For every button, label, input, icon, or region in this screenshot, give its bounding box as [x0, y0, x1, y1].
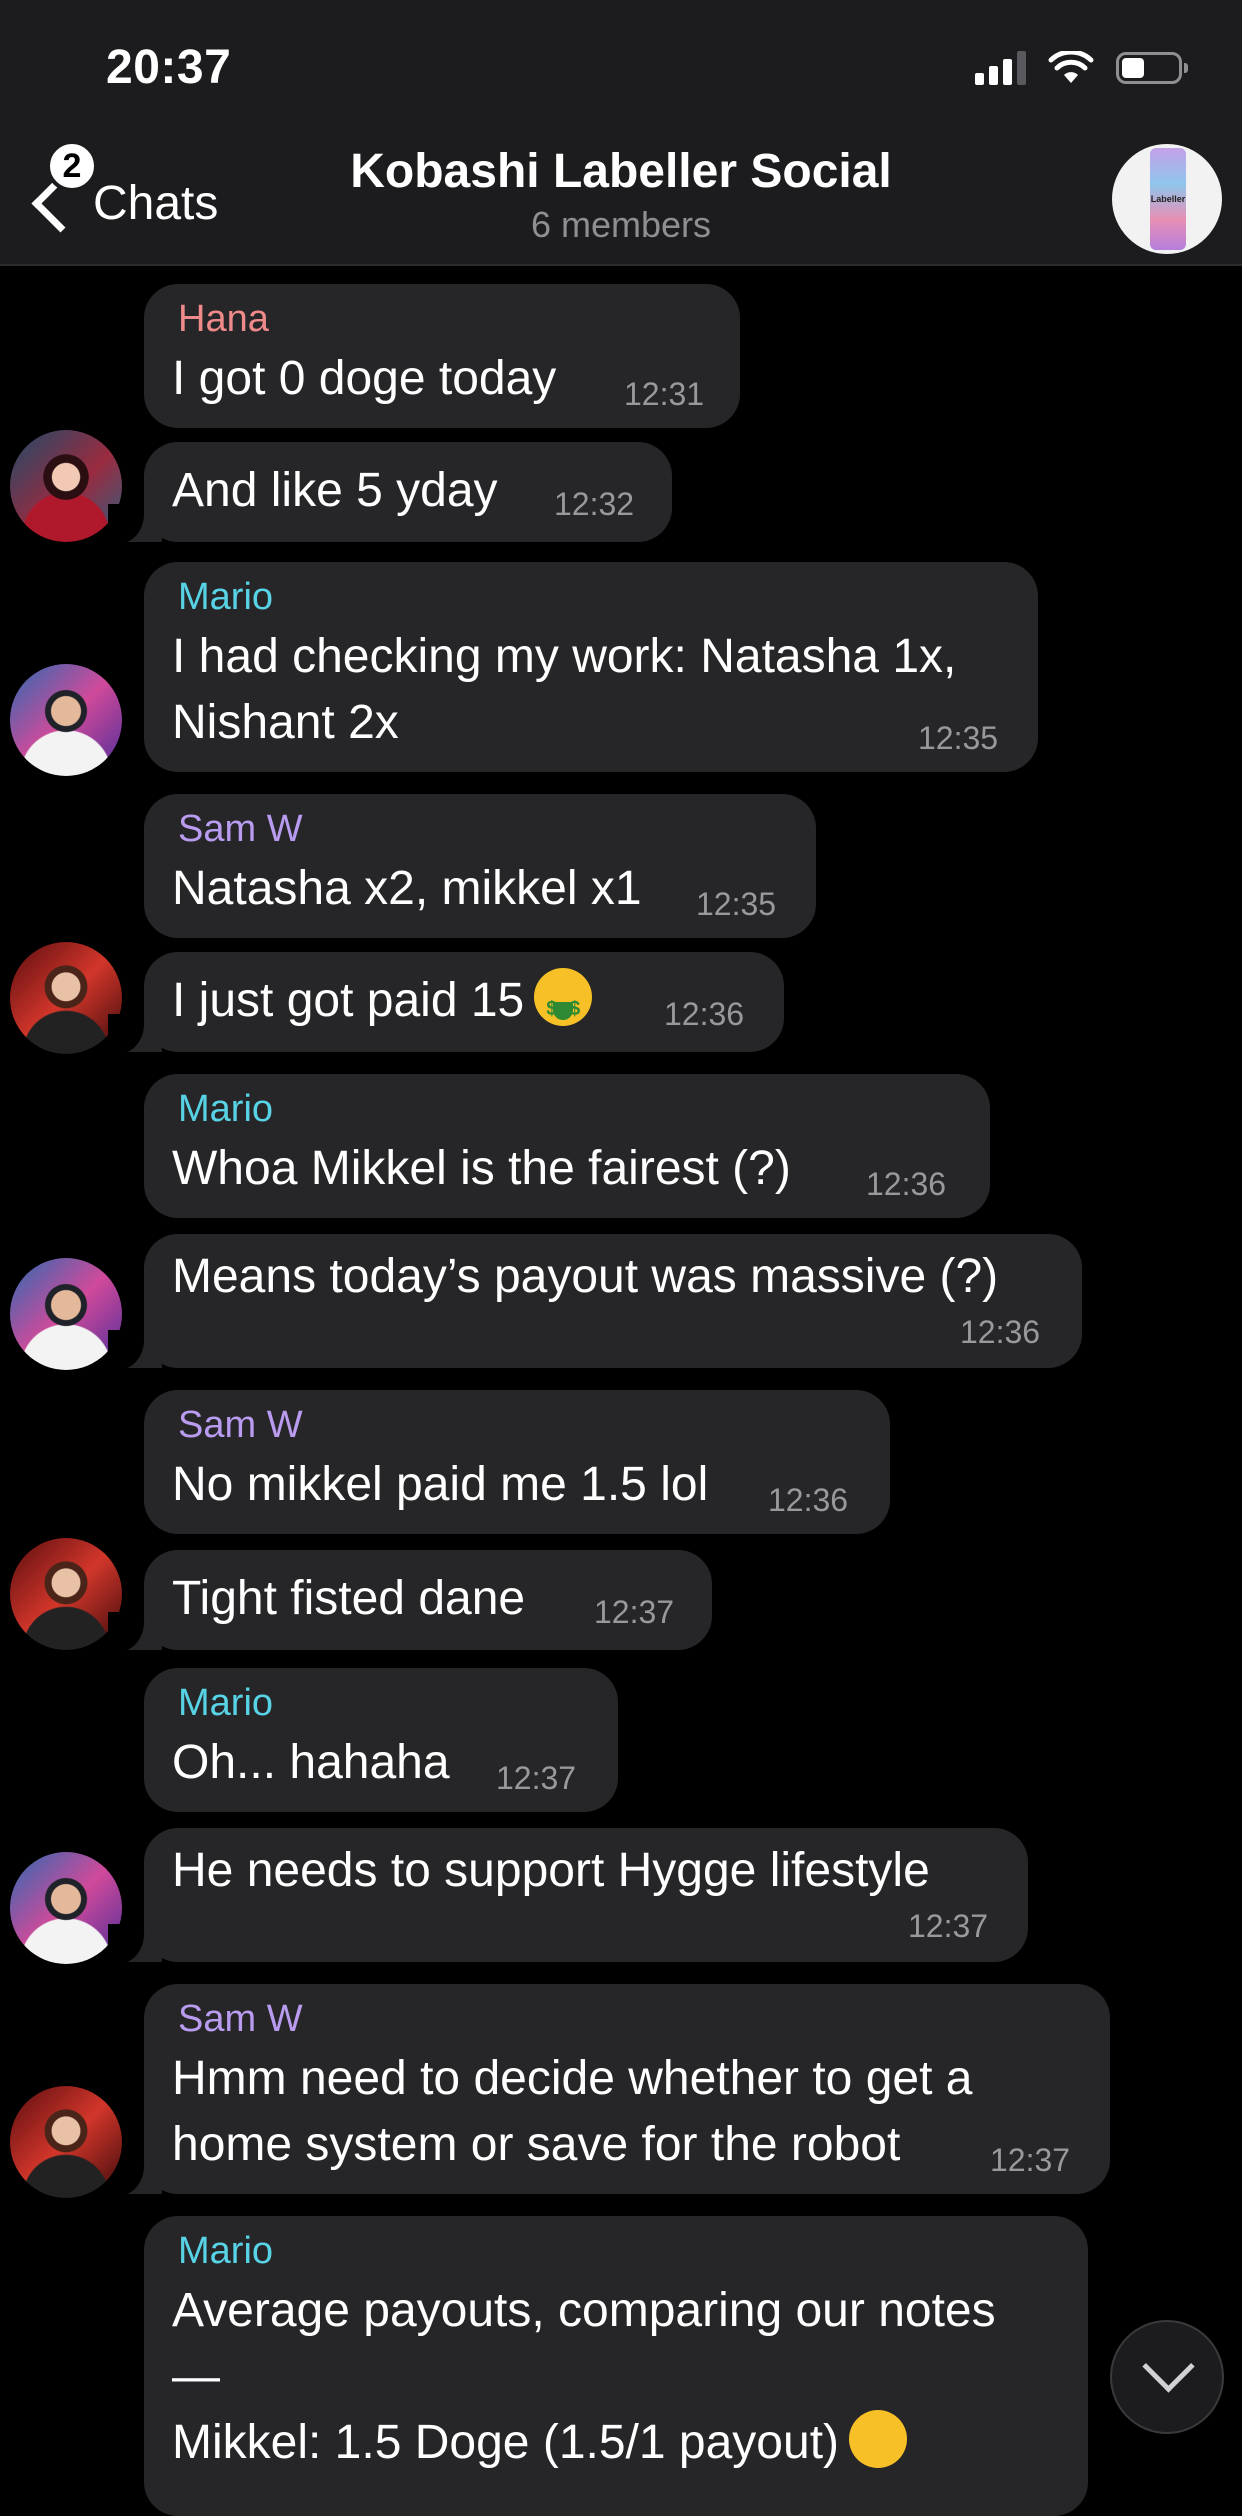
member-count: 6 members: [530, 204, 712, 245]
group-avatar-label: Labeller: [1150, 194, 1186, 204]
message-time: 12:37: [496, 1760, 577, 1796]
message-text: I just got paid 15: [172, 968, 593, 1042]
message-text-content: Mikkel: 1.5 Doge (1.5/1 payout): [172, 2416, 840, 2469]
message-text: Hmm need to decide whether to get a: [172, 2052, 973, 2105]
grinning-face-icon: [849, 2410, 908, 2468]
sender-name: Mario: [178, 2230, 274, 2272]
message-bubble[interactable]: Mario Whoa Mikkel is the fairest (?) 12:…: [144, 1074, 990, 1218]
group-avatar[interactable]: Labeller: [1112, 144, 1222, 254]
message-bubble[interactable]: I just got paid 15 12:36: [108, 952, 784, 1054]
message-time: 12:37: [908, 1908, 989, 1944]
battery-icon: [1116, 52, 1188, 84]
wifi-icon: [1048, 51, 1094, 83]
sender-name: Sam W: [178, 1404, 303, 1446]
scroll-to-bottom-button[interactable]: [1110, 2320, 1224, 2434]
message-time: 12:35: [696, 886, 777, 922]
chat-title[interactable]: Kobashi Labeller Social: [0, 144, 1242, 199]
avatar-sam-w[interactable]: [10, 1538, 122, 1650]
status-icons: [975, 48, 1188, 88]
message-time: 12:36: [960, 1314, 1041, 1350]
avatar-mario[interactable]: [10, 664, 122, 776]
message-text: Mikkel: 1.5 Doge (1.5/1 payout): [172, 2410, 908, 2476]
avatar-sam-w[interactable]: [10, 2086, 122, 2198]
message-bubble[interactable]: Mario Oh... hahaha 12:37: [144, 1668, 618, 1812]
avatar-mario[interactable]: [10, 1852, 122, 1964]
message-bubble[interactable]: Sam W No mikkel paid me 1.5 lol 12:36: [144, 1390, 890, 1534]
message-bubble[interactable]: Mario I had checking my work: Natasha 1x…: [144, 562, 1038, 772]
message-text: Oh... hahaha: [172, 1736, 450, 1789]
message-time: 12:36: [664, 996, 745, 1032]
sender-name: Hana: [178, 298, 269, 340]
avatar-sam-w[interactable]: [10, 942, 122, 1054]
message-time: 12:37: [990, 2142, 1071, 2178]
message-bubble[interactable]: And like 5 yday 12:32: [108, 442, 672, 544]
sender-name: Mario: [178, 1088, 274, 1130]
sender-name: Sam W: [178, 1998, 303, 2040]
message-text: home system or save for the robot: [172, 2118, 901, 2171]
message-text: No mikkel paid me 1.5 lol: [172, 1458, 709, 1511]
message-text: Average payouts, comparing our notes: [172, 2284, 996, 2337]
message-text: He needs to support Hygge lifestyle: [172, 1844, 930, 1897]
chat-header: 20:37 2 Chats Kobashi Labeller Social 6 …: [0, 0, 1242, 266]
sender-name: Mario: [178, 576, 274, 618]
message-text: Whoa Mikkel is the fairest (?): [172, 1142, 791, 1195]
avatar-hana[interactable]: [10, 430, 122, 542]
status-time: 20:37: [106, 41, 232, 94]
message-time: 12:31: [624, 376, 705, 412]
message-text: I had checking my work: Natasha 1x,: [172, 630, 957, 683]
message-text: I got 0 doge today: [172, 352, 557, 405]
message-time: 12:32: [554, 486, 635, 522]
chevron-down-icon: [1142, 2340, 1195, 2393]
sender-name: Mario: [178, 1682, 274, 1724]
message-bubble[interactable]: Mario Average payouts, comparing our not…: [144, 2216, 1088, 2516]
avatar-mario[interactable]: [10, 1258, 122, 1370]
message-text: And like 5 yday: [172, 464, 498, 517]
message-bubble[interactable]: Hana I got 0 doge today 12:31: [144, 284, 740, 428]
message-time: 12:36: [768, 1482, 849, 1518]
cellular-signal-icon: [975, 51, 1026, 85]
message-text: Natasha x2, mikkel x1: [172, 862, 642, 915]
message-bubble[interactable]: He needs to support Hygge lifestyle 12:3…: [108, 1828, 1028, 1964]
message-bubble[interactable]: Means today’s payout was massive (?) 12:…: [108, 1234, 1082, 1370]
message-text: Means today’s payout was massive (?): [172, 1250, 999, 1303]
message-text: Nishant 2x: [172, 696, 399, 749]
message-time: 12:37: [594, 1594, 675, 1630]
message-time: 12:36: [866, 1166, 947, 1202]
message-text: —: [172, 2350, 220, 2403]
message-text-content: I just got paid 15: [172, 974, 525, 1027]
sender-name: Sam W: [178, 808, 303, 850]
message-text: Tight fisted dane: [172, 1572, 526, 1625]
money-mouth-face-icon: [534, 968, 593, 1042]
message-bubble[interactable]: Sam W Natasha x2, mikkel x1 12:35: [144, 794, 816, 938]
message-bubble[interactable]: Tight fisted dane 12:37: [108, 1550, 712, 1652]
message-bubble[interactable]: Sam W Hmm need to decide whether to get …: [108, 1984, 1110, 2196]
message-time: 12:35: [918, 720, 999, 756]
